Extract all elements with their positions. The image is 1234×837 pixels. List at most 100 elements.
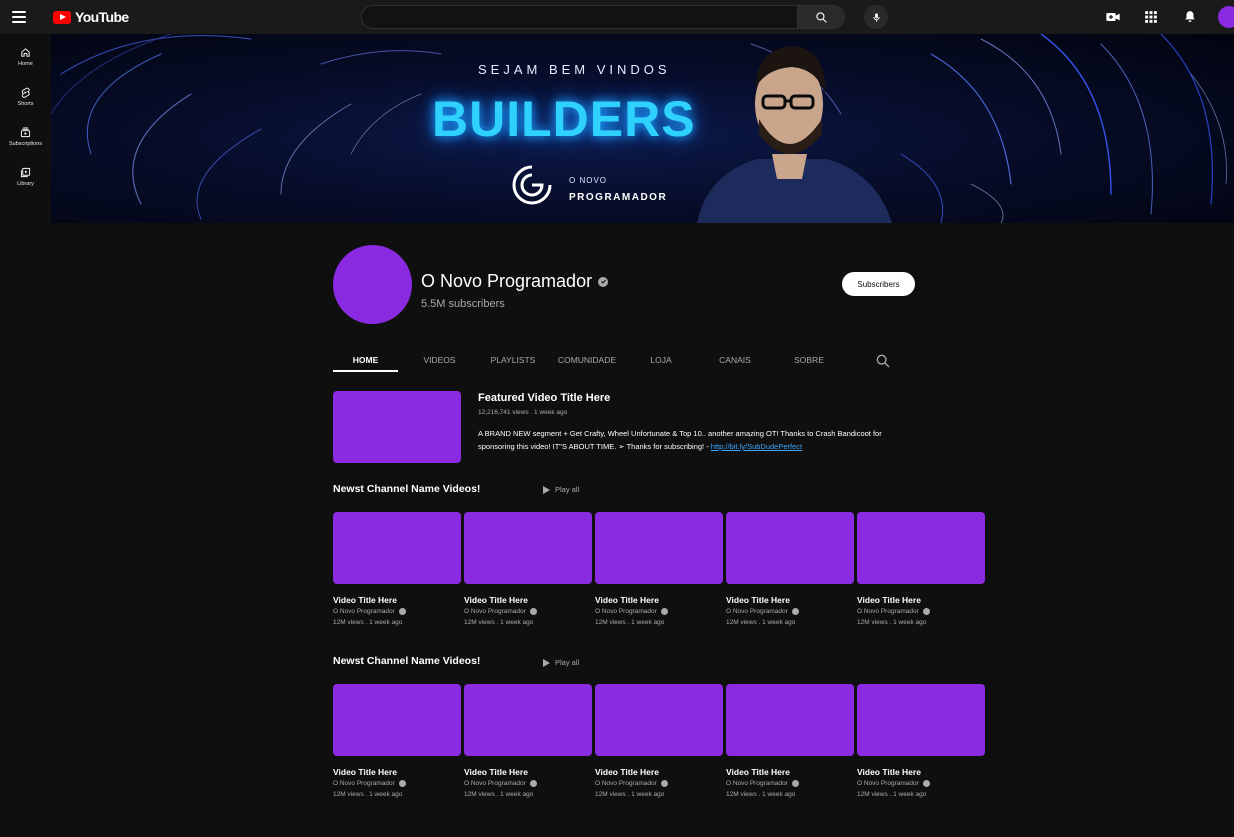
banner-title: BUILDERS bbox=[432, 91, 696, 147]
tab-loja[interactable]: LOJA bbox=[633, 350, 689, 372]
video-title[interactable]: Video Title Here bbox=[464, 595, 592, 605]
video-thumbnail[interactable] bbox=[726, 684, 854, 756]
video-card[interactable]: Video Title Here O Novo Programador 12M … bbox=[464, 512, 592, 626]
video-channel-name[interactable]: O Novo Programador bbox=[726, 608, 788, 615]
create-video-icon[interactable] bbox=[1104, 8, 1122, 26]
video-thumbnail[interactable] bbox=[464, 684, 592, 756]
video-channel-name[interactable]: O Novo Programador bbox=[726, 780, 788, 787]
video-channel-row: O Novo Programador bbox=[333, 608, 461, 615]
top-bar: YouTube bbox=[0, 0, 1234, 34]
play-all-button[interactable]: Play all bbox=[543, 658, 579, 667]
video-row: Video Title Here O Novo Programador 12M … bbox=[333, 512, 987, 632]
brand-helmet-logo bbox=[512, 165, 552, 205]
youtube-logo[interactable]: YouTube bbox=[53, 9, 129, 25]
featured-video-title[interactable]: Featured Video Title Here bbox=[478, 392, 610, 404]
video-card[interactable]: Video Title Here O Novo Programador 12M … bbox=[726, 512, 854, 626]
verified-check-icon bbox=[398, 608, 406, 615]
video-thumbnail[interactable] bbox=[333, 512, 461, 584]
play-icon bbox=[543, 658, 550, 667]
video-title[interactable]: Video Title Here bbox=[333, 767, 461, 777]
video-meta: 12M views . 1 week ago bbox=[726, 791, 796, 798]
shorts-icon bbox=[20, 86, 32, 98]
video-title[interactable]: Video Title Here bbox=[464, 767, 592, 777]
subscribe-button[interactable]: Subscribers bbox=[842, 272, 915, 296]
video-thumbnail[interactable] bbox=[857, 684, 985, 756]
creator-portrait bbox=[697, 46, 892, 223]
video-thumbnail[interactable] bbox=[595, 512, 723, 584]
sidebar-item-home[interactable]: Home bbox=[0, 44, 51, 80]
youtube-play-icon bbox=[53, 10, 71, 24]
voice-search-button[interactable] bbox=[864, 5, 888, 29]
video-title[interactable]: Video Title Here bbox=[857, 767, 985, 777]
subscriptions-icon bbox=[20, 126, 32, 138]
video-thumbnail[interactable] bbox=[333, 684, 461, 756]
menu-icon[interactable] bbox=[12, 11, 26, 23]
video-title[interactable]: Video Title Here bbox=[726, 767, 854, 777]
subscriber-count: 5.5M subscribers bbox=[421, 298, 505, 310]
featured-video-thumbnail[interactable] bbox=[333, 391, 461, 463]
video-channel-name[interactable]: O Novo Programador bbox=[464, 608, 526, 615]
sidebar: Home Shorts Subscriptions Library bbox=[0, 34, 51, 837]
video-title[interactable]: Video Title Here bbox=[333, 595, 461, 605]
video-channel-name[interactable]: O Novo Programador bbox=[857, 608, 919, 615]
tab-videos[interactable]: VIDEOS bbox=[408, 350, 471, 372]
video-channel-row: O Novo Programador bbox=[595, 608, 723, 615]
video-card[interactable]: Video Title Here O Novo Programador 12M … bbox=[857, 684, 985, 798]
video-channel-name[interactable]: O Novo Programador bbox=[464, 780, 526, 787]
video-card[interactable]: Video Title Here O Novo Programador 12M … bbox=[857, 512, 985, 626]
video-title[interactable]: Video Title Here bbox=[857, 595, 985, 605]
video-channel-name[interactable]: O Novo Programador bbox=[857, 780, 919, 787]
video-meta: 12M views . 1 week ago bbox=[333, 619, 403, 626]
play-all-label: Play all bbox=[555, 485, 580, 494]
tab-comunidade[interactable]: COMUNIDADE bbox=[553, 350, 621, 372]
home-icon bbox=[20, 46, 32, 58]
featured-description-link[interactable]: http://bit.ly/SubDudePerfect bbox=[711, 442, 802, 451]
verified-check-icon bbox=[660, 608, 668, 615]
video-thumbnail[interactable] bbox=[857, 512, 985, 584]
verified-check-icon bbox=[791, 780, 799, 787]
video-thumbnail[interactable] bbox=[464, 512, 592, 584]
search-bar bbox=[361, 5, 845, 29]
video-card[interactable]: Video Title Here O Novo Programador 12M … bbox=[333, 684, 461, 798]
notifications-bell-icon[interactable] bbox=[1181, 8, 1199, 26]
tab-sobre[interactable]: SOBRE bbox=[779, 350, 839, 372]
sidebar-item-library[interactable]: Library bbox=[0, 164, 51, 200]
search-icon bbox=[815, 11, 827, 23]
tab-playlists[interactable]: PLAYLISTS bbox=[483, 350, 543, 372]
video-meta: 12M views . 1 week ago bbox=[857, 619, 927, 626]
video-thumbnail[interactable] bbox=[595, 684, 723, 756]
video-title[interactable]: Video Title Here bbox=[595, 767, 723, 777]
video-channel-name[interactable]: O Novo Programador bbox=[333, 608, 395, 615]
channel-avatar[interactable] bbox=[333, 245, 412, 324]
tab-home[interactable]: HOME bbox=[333, 350, 398, 372]
video-channel-name[interactable]: O Novo Programador bbox=[333, 780, 395, 787]
verified-check-icon bbox=[529, 780, 537, 787]
search-button[interactable] bbox=[797, 5, 845, 29]
video-channel-name[interactable]: O Novo Programador bbox=[595, 780, 657, 787]
sidebar-item-subscriptions[interactable]: Subscriptions bbox=[0, 124, 51, 160]
sidebar-item-label: Subscriptions bbox=[8, 141, 43, 147]
video-card[interactable]: Video Title Here O Novo Programador 12M … bbox=[464, 684, 592, 798]
apps-grid-icon[interactable] bbox=[1142, 8, 1160, 26]
play-all-button[interactable]: Play all bbox=[543, 485, 579, 494]
video-title[interactable]: Video Title Here bbox=[726, 595, 854, 605]
user-avatar[interactable] bbox=[1218, 6, 1234, 28]
sidebar-item-shorts[interactable]: Shorts bbox=[0, 84, 51, 120]
tab-canais[interactable]: CANAIS bbox=[705, 350, 765, 372]
video-thumbnail[interactable] bbox=[726, 512, 854, 584]
video-channel-row: O Novo Programador bbox=[464, 608, 592, 615]
video-card[interactable]: Video Title Here O Novo Programador 12M … bbox=[595, 512, 723, 626]
section-title[interactable]: Newst Channel Name Videos! bbox=[333, 483, 480, 495]
channel-search-icon[interactable] bbox=[875, 353, 891, 369]
video-channel-row: O Novo Programador bbox=[595, 780, 723, 787]
video-channel-name[interactable]: O Novo Programador bbox=[595, 608, 657, 615]
verified-check-icon bbox=[922, 608, 930, 615]
video-card[interactable]: Video Title Here O Novo Programador 12M … bbox=[595, 684, 723, 798]
section-title[interactable]: Newst Channel Name Videos! bbox=[333, 655, 480, 667]
video-card[interactable]: Video Title Here O Novo Programador 12M … bbox=[726, 684, 854, 798]
banner-brand-small: O NOVO bbox=[569, 176, 608, 185]
search-input[interactable] bbox=[361, 5, 797, 29]
video-title[interactable]: Video Title Here bbox=[595, 595, 723, 605]
video-card[interactable]: Video Title Here O Novo Programador 12M … bbox=[333, 512, 461, 626]
featured-description-text: A BRAND NEW segment + Get Crafty, Wheel … bbox=[478, 429, 882, 451]
